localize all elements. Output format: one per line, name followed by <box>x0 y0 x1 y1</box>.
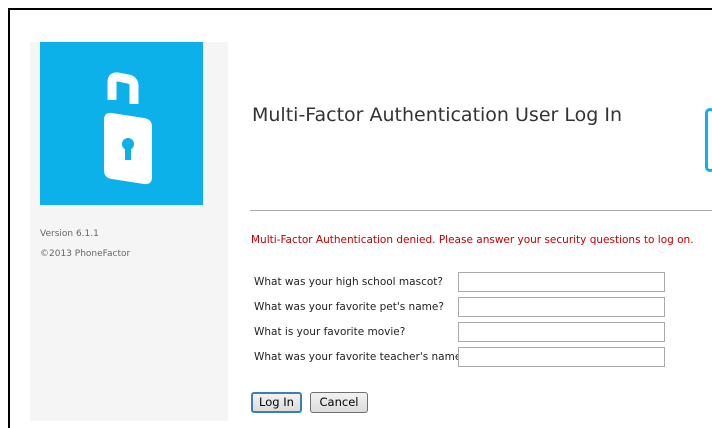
answer-input-mascot[interactable] <box>458 272 665 292</box>
cancel-button[interactable]: Cancel <box>310 392 368 413</box>
login-button[interactable]: Log In <box>251 392 302 413</box>
answer-input-teacher[interactable] <box>458 347 665 367</box>
answer-input-pet[interactable] <box>458 297 665 317</box>
page-title: Multi-Factor Authentication User Log In <box>252 104 622 126</box>
error-message: Multi-Factor Authentication denied. Plea… <box>251 234 694 246</box>
question-label-movie: What is your favorite movie? <box>254 326 406 338</box>
phone-padlock-icon <box>104 72 152 185</box>
divider <box>250 210 712 211</box>
copyright-text: ©2013 PhoneFactor <box>40 249 131 259</box>
answer-input-movie[interactable] <box>458 322 665 342</box>
question-label-teacher: What was your favorite teacher's name? <box>254 351 467 363</box>
partial-device-icon <box>705 108 712 172</box>
question-label-mascot: What was your high school mascot? <box>254 276 443 288</box>
question-label-pet: What was your favorite pet's name? <box>254 301 444 313</box>
phonefactor-logo <box>40 42 203 205</box>
version-text: Version 6.1.1 <box>40 229 99 239</box>
